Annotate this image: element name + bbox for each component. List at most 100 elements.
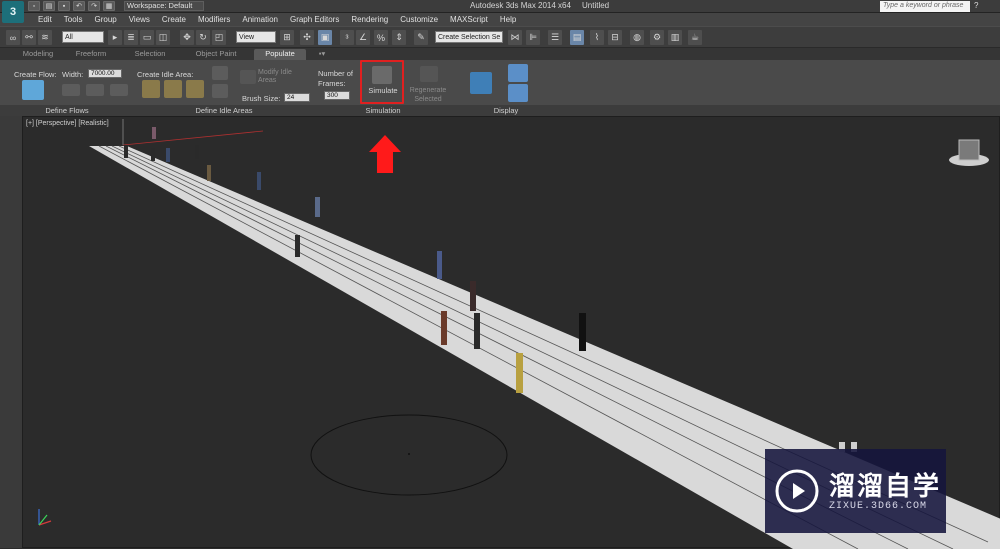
group-simulation: Simulation [365,106,401,115]
menu-help[interactable]: Help [494,15,522,24]
simulate-icon[interactable] [372,66,392,84]
project-folder-icon[interactable]: ▦ [103,1,115,11]
tab-object-paint[interactable]: Object Paint [186,49,246,60]
tab-modeling[interactable]: Modeling [12,49,64,60]
menu-maxscript[interactable]: MAXScript [444,15,494,24]
quick-access-toolbar: ▫ ▤ ▪ ↶ ↷ ▦ [28,1,115,11]
watermark-sub-text: ZIXUE.3D66.COM [829,500,928,512]
idle-area-circle-icon[interactable] [142,80,160,98]
layer-manager-icon[interactable]: ☰ [548,30,562,45]
annotation-arrow-icon [369,135,401,173]
group-define-flows: Define Flows [45,106,89,115]
create-flow-icon[interactable] [22,80,44,100]
curve-editor-icon[interactable]: ⌇ [590,30,604,45]
display-characters-icon[interactable] [470,72,492,94]
bind-space-warp-icon[interactable]: ≋ [38,30,52,45]
menu-tools[interactable]: Tools [58,15,89,24]
angle-snap-icon[interactable]: ∠ [356,30,370,45]
menu-views[interactable]: Views [123,15,156,24]
create-flow-label: Create Flow: [14,70,57,79]
redo-icon[interactable]: ↷ [88,1,100,11]
simulate-label[interactable]: Simulate [366,86,400,95]
document-title: Untitled [582,1,610,10]
watermark-main-text: 溜溜自学 [829,470,942,501]
number-of-frames-label: Number of Frames: [318,69,354,88]
flow-ramp-icon[interactable] [110,84,128,96]
pivot-center-icon[interactable]: ⊞ [280,30,294,45]
crowd-people [124,127,857,452]
menu-animation[interactable]: Animation [236,15,284,24]
frames-input[interactable]: 300 [324,91,350,100]
create-idle-area-label: Create Idle Area: [137,70,194,79]
workspace-dropdown[interactable]: Workspace: Default [124,1,204,11]
idle-area-brush-icon[interactable] [212,84,228,98]
menu-modifiers[interactable]: Modifiers [192,15,236,24]
width-input[interactable]: 7000.00 [88,69,122,78]
select-object-icon[interactable]: ▸ [108,30,122,45]
unlink-icon[interactable]: ⚯ [22,30,36,45]
modify-idle-areas-icon[interactable] [240,70,256,84]
keyboard-shortcut-override-icon[interactable]: ▣ [318,30,332,45]
tab-populate[interactable]: Populate [254,49,306,60]
menu-graph-editors[interactable]: Graph Editors [284,15,345,24]
undo-icon[interactable]: ↶ [73,1,85,11]
menu-rendering[interactable]: Rendering [345,15,394,24]
idle-area-fill-icon[interactable] [186,80,204,98]
named-selection-sets-dropdown[interactable]: Create Selection Se [435,31,503,43]
spinner-snap-icon[interactable]: ⇕ [392,30,406,45]
group-define-idle-areas[interactable]: Define Idle Areas [134,106,314,115]
edit-named-selection-icon[interactable]: ✎ [414,30,428,45]
search-input[interactable]: Type a keyword or phrase [880,1,970,12]
rendered-frame-icon[interactable]: ▥ [668,30,682,45]
window-crossing-icon[interactable]: ◫ [156,30,170,45]
app-logo-button[interactable]: 3 [2,1,24,23]
selection-filter-dropdown[interactable]: All [62,31,104,43]
select-link-icon[interactable]: ∞ [6,30,20,45]
delete-people-icon[interactable] [534,74,552,94]
idle-area-mode-icon[interactable] [212,66,228,80]
save-file-icon[interactable]: ▪ [58,1,70,11]
app-title: Autodesk 3ds Max 2014 x64 [470,1,571,10]
align-icon[interactable]: ⊫ [526,30,540,45]
idle-area-paint-icon[interactable] [164,80,182,98]
rotate-icon[interactable]: ↻ [196,30,210,45]
schematic-view-icon[interactable]: ⊟ [608,30,622,45]
display-idle-area-icon[interactable] [508,84,528,102]
main-toolbar: ∞ ⚯ ≋ All ▸ ≣ ▭ ◫ ✥ ↻ ◰ View ⊞ ✣ ▣ ³ ∠ %… [0,26,1000,48]
watermark-play-logo-icon [775,469,819,513]
width-label: Width: [62,70,84,79]
snaps-toggle-icon[interactable]: ³ [340,30,354,45]
ribbon-options-icon[interactable]: ▪▾ [314,49,330,60]
menu-edit[interactable]: Edit [32,15,58,24]
render-setup-icon[interactable]: ⚙ [650,30,664,45]
flow-segment-icon[interactable] [62,84,80,96]
material-editor-icon[interactable]: ◍ [630,30,644,45]
menu-create[interactable]: Create [156,15,192,24]
brush-size-input[interactable]: 24 [284,93,310,102]
select-by-name-icon[interactable]: ≣ [124,30,138,45]
axis-tripod-icon [38,509,52,526]
select-manipulate-icon[interactable]: ✣ [300,30,314,45]
tab-selection[interactable]: Selection [124,49,176,60]
new-file-icon[interactable]: ▫ [28,1,40,11]
watermark-banner: 溜溜自学 ZIXUE.3D66.COM [765,449,946,533]
help-icon[interactable]: ? [974,1,986,12]
viewport-left-strip [0,116,22,548]
move-icon[interactable]: ✥ [180,30,194,45]
scale-icon[interactable]: ◰ [212,30,226,45]
mirror-icon[interactable]: ⋈ [508,30,522,45]
menu-group[interactable]: Group [88,15,122,24]
regenerate-label: Regenerate Selected [409,87,447,103]
regenerate-icon[interactable] [420,66,438,82]
open-file-icon[interactable]: ▤ [43,1,55,11]
tab-freeform[interactable]: Freeform [66,49,116,60]
graphite-toggle-icon[interactable]: ▤ [570,30,584,45]
display-proxy-icon[interactable] [508,64,528,82]
rectangular-selection-icon[interactable]: ▭ [140,30,154,45]
render-production-icon[interactable]: ☕ [688,30,702,45]
percent-snap-icon[interactable]: % [374,30,388,45]
menu-customize[interactable]: Customize [394,15,444,24]
flow-curve-icon[interactable] [86,84,104,96]
reference-coordinate-dropdown[interactable]: View [236,31,276,43]
viewcube-icon [949,139,989,166]
